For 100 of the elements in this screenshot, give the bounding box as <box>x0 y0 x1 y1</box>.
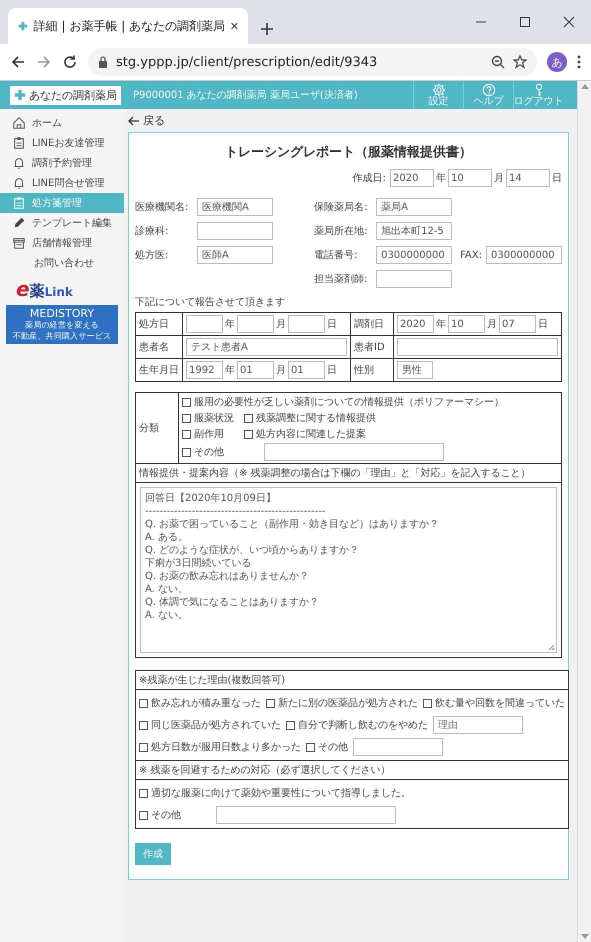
date-input[interactable]: 07 <box>499 315 536 333</box>
checkbox[interactable] <box>306 742 315 752</box>
checkbox[interactable] <box>423 698 432 708</box>
checkbox[interactable] <box>182 430 191 438</box>
date-unit: 年 <box>225 318 235 331</box>
checkbox-option[interactable]: 適切な服薬に向けて薬効や重要性について指導しました。 <box>139 786 411 800</box>
sidebar-item[interactable]: ホーム <box>0 113 124 133</box>
close-icon[interactable] <box>563 16 575 28</box>
sidebar-item[interactable]: テンプレート編集 <box>0 213 124 233</box>
checkbox[interactable] <box>139 788 148 798</box>
text-input[interactable]: 薬局A <box>376 198 452 216</box>
date-input[interactable]: 1992 <box>186 361 223 379</box>
scroll-down-icon <box>580 934 588 940</box>
checkbox-option[interactable]: 同じ医薬品が処方されていた <box>139 718 281 732</box>
checkbox-option[interactable]: 服用の必要性が乏しい薬剤についての情報提供（ポリファーマシー） <box>182 395 558 409</box>
date-input[interactable]: 01 <box>288 361 325 379</box>
checkbox[interactable] <box>266 698 275 708</box>
text-input[interactable] <box>376 270 452 288</box>
checkbox[interactable] <box>139 720 148 730</box>
checkbox[interactable] <box>139 810 148 820</box>
checkbox[interactable] <box>182 414 191 422</box>
back-link[interactable]: 戻る <box>128 113 569 128</box>
sidebar-item[interactable]: 調剤予約管理 <box>0 153 124 173</box>
field-label: FAX: <box>460 250 482 260</box>
checkbox[interactable] <box>286 720 295 730</box>
date-input[interactable]: 2020 <box>397 315 434 333</box>
back-icon[interactable] <box>10 54 26 70</box>
date-input[interactable]: 14 <box>506 169 550 187</box>
field-label: 処方医: <box>135 248 170 262</box>
answer-text[interactable]: 回答日【2020年10月09日】 -------------------------------------------------- Q. お薬で困っていること（副作用・効き目など）はありますか？ A. ある。 Q. どのような症状が、いつ頃からありますか？ 下痢が3日間続いている Q. お薬の飲み忘れはありませんか？ A. ない。 Q. 体調で気になることはありますか？ A. ない。 <box>140 487 557 653</box>
text-input[interactable]: 0300000000 <box>376 246 452 264</box>
text-input[interactable]: 旭出本町12-5 <box>376 222 452 240</box>
checkbox-option[interactable]: 処方内容に関連した提案 <box>244 427 558 441</box>
date-input[interactable]: 2020 <box>390 169 434 187</box>
checkbox-option[interactable]: 服薬状況 <box>182 411 234 425</box>
forward-icon[interactable] <box>36 54 52 70</box>
browser-tab[interactable]: 詳細 | お薬手帳 | あなたの調剤薬局 <box>8 8 248 44</box>
star-icon[interactable] <box>513 55 527 69</box>
checkbox-option[interactable]: 残薬調整に関する情報提供 <box>244 411 558 425</box>
date-unit: 月 <box>487 318 497 331</box>
checkbox-option[interactable]: その他 <box>139 808 181 822</box>
text-input[interactable]: 医療機関A <box>197 198 273 216</box>
text-input[interactable] <box>397 338 558 356</box>
checkbox[interactable] <box>139 742 148 752</box>
checkbox-option[interactable]: その他 <box>182 445 224 459</box>
sidebar-item[interactable]: 店舗情報管理 <box>0 233 124 253</box>
app-logo[interactable]: あなたの調剤薬局 <box>10 86 121 104</box>
close-icon[interactable] <box>231 21 238 31</box>
text-input[interactable]: 医師A <box>197 246 273 264</box>
menu-icon[interactable] <box>577 55 581 69</box>
checkbox[interactable] <box>182 448 191 456</box>
lock-icon <box>98 56 108 68</box>
text-input[interactable]: テスト患者A <box>186 338 347 356</box>
medistory-banner[interactable]: MEDISTORY 薬局の経営を変える 不動産、共同購入サービス <box>6 305 118 344</box>
date-unit: 日 <box>327 364 337 377</box>
address-bar[interactable]: stg.yppp.jp/client/prescription/edit/9343 <box>88 48 537 76</box>
back-arrow-icon <box>128 116 140 126</box>
checkbox-option[interactable]: 処方日数が服用日数より多かった <box>139 740 301 754</box>
bell-icon <box>12 176 26 190</box>
date-input[interactable] <box>288 315 325 333</box>
text-input[interactable] <box>197 222 273 240</box>
checkbox-option[interactable]: 副作用 <box>182 427 234 441</box>
date-input[interactable]: 10 <box>448 315 485 333</box>
clipboard-icon <box>12 196 26 210</box>
url-text: stg.yppp.jp/client/prescription/edit/9343 <box>116 54 378 70</box>
store-icon <box>12 236 26 250</box>
scrollbar[interactable] <box>577 81 591 942</box>
maximize-icon[interactable] <box>519 16 531 28</box>
text-input[interactable] <box>264 443 444 461</box>
sidebar-item[interactable]: お問い合わせ <box>0 253 124 273</box>
checkbox-option[interactable]: 自分で判断し飲むのをやめた <box>286 718 428 732</box>
text-input[interactable] <box>353 738 443 756</box>
note-text: 下記について報告させて頂きます <box>135 296 286 309</box>
plus-icon[interactable] <box>260 22 274 36</box>
date-input[interactable]: 10 <box>448 169 492 187</box>
checkbox-option[interactable]: 新たに別の医薬品が処方された <box>266 696 418 710</box>
checkbox-option[interactable]: 飲む量や回数を間違っていた <box>423 696 565 710</box>
checkbox[interactable] <box>244 414 253 422</box>
text-input[interactable]: 理由 <box>433 716 523 734</box>
gender-select[interactable]: 男性 <box>397 361 433 379</box>
zoom-icon[interactable] <box>491 55 505 69</box>
date-unit: 日 <box>552 172 562 185</box>
date-input[interactable] <box>186 315 223 333</box>
checkbox-option[interactable]: 飲み忘れが積み重なった <box>139 696 261 710</box>
checkbox[interactable] <box>244 430 253 438</box>
account-text: P9000001 あなたの調剤薬局 薬局ユーザ(決済者) <box>133 88 359 102</box>
date-input[interactable]: 01 <box>237 361 274 379</box>
checkbox[interactable] <box>182 398 191 406</box>
reload-icon[interactable] <box>62 54 78 70</box>
sidebar-item[interactable]: LINE問合せ管理 <box>0 173 124 193</box>
sidebar-item[interactable]: LINEお友達管理 <box>0 133 124 153</box>
table-header-cell: 性別 <box>350 358 394 382</box>
profile-avatar[interactable]: あ <box>547 52 567 72</box>
checkbox[interactable] <box>139 698 148 708</box>
checkbox-option[interactable]: その他 <box>306 740 348 754</box>
date-input[interactable] <box>237 315 274 333</box>
text-input[interactable]: 0300000000 <box>486 246 562 264</box>
text-input[interactable] <box>216 806 396 824</box>
table-header-cell: 生年月日 <box>136 358 182 382</box>
elink-logo[interactable]: e薬Link <box>16 277 73 301</box>
